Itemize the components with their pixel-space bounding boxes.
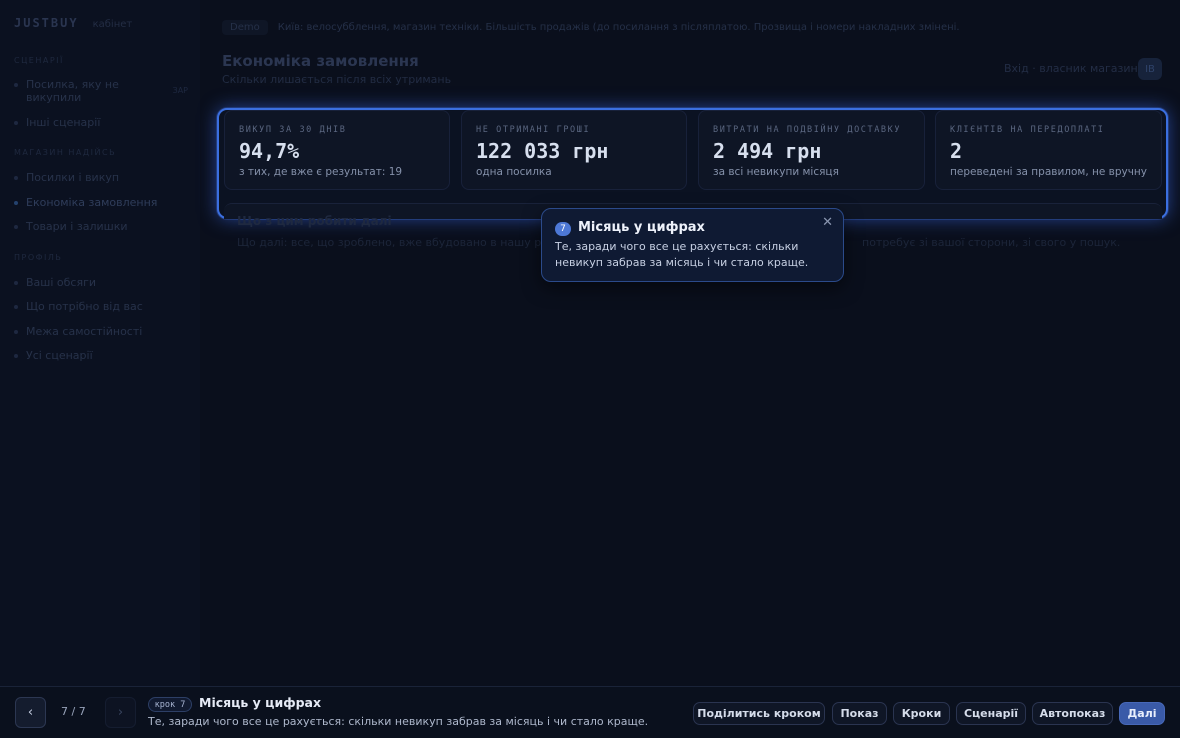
tour-tooltip: 7 Місяць у цифрах ✕ Те, заради чого все … [541, 208, 844, 282]
bullet-icon [14, 176, 18, 180]
kpi-label: НЕ ОТРИМАНІ ГРОШІ [476, 125, 591, 135]
step-counter: 7 / 7 [61, 705, 86, 718]
kpi-note: переведені за правилом, не вручну [950, 166, 1148, 178]
prev-step-button[interactable]: ‹ [15, 697, 46, 728]
avatar[interactable]: ІВ [1138, 58, 1162, 80]
kpi-value: 122 033 грн [476, 139, 609, 163]
bullet-icon [14, 330, 18, 334]
section-text: Що далі: все, що зроблено, вже вбудовано… [237, 236, 585, 249]
kpi-label: КЛІЄНТІВ НА ПЕРЕДОПЛАТІ [950, 125, 1105, 135]
kpi-note: за всі невикупи місяця [713, 166, 839, 178]
kpi-note: одна посилка [476, 166, 552, 178]
sidebar-item-volumes[interactable]: Ваші обсяги [14, 276, 194, 289]
sidebar-badge: ЗАР [172, 86, 188, 95]
brand-logo: JUSTBUY [14, 16, 79, 30]
brand: JUSTBUY кабінет [14, 16, 132, 30]
sidebar-item-other-scenarios[interactable]: Інші сценарії [14, 116, 194, 129]
breadcrumb-home[interactable]: Demo [222, 20, 268, 35]
bullet-icon [14, 121, 18, 125]
kpi-card-prepaid-clients: КЛІЄНТІВ НА ПЕРЕДОПЛАТІ 2 переведені за … [935, 110, 1162, 190]
bullet-icon [14, 83, 18, 87]
section-heading: Що з цим робити далі [237, 214, 392, 228]
sidebar-item-parcels[interactable]: Посилки і викуп [14, 171, 194, 184]
tour-bottom-bar: ‹ 7 / 7 › крок 7 Місяць у цифрах Те, зар… [0, 686, 1180, 738]
store-owner-link[interactable]: Вхід · власник магазину [1004, 62, 1144, 75]
kpi-label: ВИКУП ЗА 30 ДНІВ [239, 125, 347, 135]
step-number-badge: 7 [555, 222, 571, 236]
kpi-label: ВИТРАТИ НА ПОДВІЙНУ ДОСТАВКУ [713, 125, 902, 135]
page-subtitle: Скільки лишається після всіх утримань [222, 73, 452, 86]
sidebar-item-label: Посилки і викуп [26, 171, 120, 184]
bullet-icon [14, 201, 18, 205]
share-step-button[interactable]: Поділитись кроком [693, 702, 825, 725]
autoshow-button[interactable]: Автопоказ [1032, 702, 1113, 725]
kpi-value: 2 [950, 139, 963, 163]
bullet-icon [14, 354, 18, 358]
sidebar-item-all-scenarios[interactable]: Усі сценарії [14, 349, 194, 362]
bullet-icon [14, 225, 18, 229]
sidebar-item-label: Товари і залишки [26, 220, 128, 233]
sidebar-item-unreceived-parcel[interactable]: Посилка, яку не викупили ЗАР [14, 78, 194, 104]
sidebar-group-scenarios: СЦЕНАРІЇ [14, 56, 64, 65]
page-title: Економіка замовлення [222, 52, 419, 70]
bullet-icon [14, 305, 18, 309]
tooltip-title: Місяць у цифрах [578, 220, 705, 235]
sidebar-item-products[interactable]: Товари і залишки [14, 220, 194, 233]
step-pill: крок 7 [148, 697, 192, 712]
sidebar-item-label: Інші сценарії [26, 116, 101, 129]
sidebar-item-label: Економіка замовлення [26, 196, 158, 209]
breadcrumb-text: Київ: велосубблення, магазин техніки. Бі… [277, 22, 960, 33]
sidebar-item-order-economics[interactable]: Економіка замовлення [14, 196, 194, 209]
sidebar-item-requirements[interactable]: Що потрібно від вас [14, 300, 194, 313]
kpi-value: 2 494 грн [713, 139, 822, 163]
kpi-card-unreceived-money: НЕ ОТРИМАНІ ГРОШІ 122 033 грн одна посил… [461, 110, 687, 190]
next-button[interactable]: Далі [1119, 702, 1165, 725]
sidebar-item-label: Усі сценарії [26, 349, 93, 362]
kpi-card-double-shipping: ВИТРАТИ НА ПОДВІЙНУ ДОСТАВКУ 2 494 грн з… [698, 110, 925, 190]
kpi-value: 94,7% [239, 139, 300, 163]
sidebar-item-label: Ваші обсяги [26, 276, 97, 289]
sidebar-group-profile: ПРОФІЛЬ [14, 253, 63, 262]
close-icon[interactable]: ✕ [822, 215, 833, 230]
sidebar-item-autonomy[interactable]: Межа самостійності [14, 325, 194, 338]
tooltip-body: Те, заради чого все це рахується: скільк… [555, 240, 809, 269]
sidebar-item-label: Посилка, яку не викупили [26, 78, 119, 104]
bullet-icon [14, 281, 18, 285]
show-button[interactable]: Показ [832, 702, 887, 725]
step-title: Місяць у цифрах [199, 695, 322, 710]
next-step-arrow-button[interactable]: › [105, 697, 136, 728]
breadcrumb: Demo Київ: велосубблення, магазин технік… [222, 20, 960, 35]
sidebar-item-label: Межа самостійності [26, 325, 143, 338]
kpi-card-redemption: ВИКУП ЗА 30 ДНІВ 94,7% з тих, де вже є р… [224, 110, 450, 190]
section-text-right: потребує зі вашої сторони, зі свого у по… [862, 236, 1121, 249]
steps-button[interactable]: Кроки [893, 702, 950, 725]
chevron-right-icon: › [117, 705, 124, 720]
sidebar-group-store: МАГАЗИН НАДІЙСЬ [14, 148, 117, 157]
sidebar: JUSTBUY кабінет СЦЕНАРІЇ Посилка, яку не… [0, 0, 200, 686]
step-description: Те, заради чого все це рахується: скільк… [148, 715, 649, 728]
chevron-left-icon: ‹ [27, 705, 34, 720]
brand-sub: кабінет [92, 19, 133, 30]
sidebar-item-label: Що потрібно від вас [26, 300, 143, 313]
scenarios-button[interactable]: Сценарії [956, 702, 1026, 725]
kpi-note: з тих, де вже є результат: 19 [239, 166, 403, 178]
